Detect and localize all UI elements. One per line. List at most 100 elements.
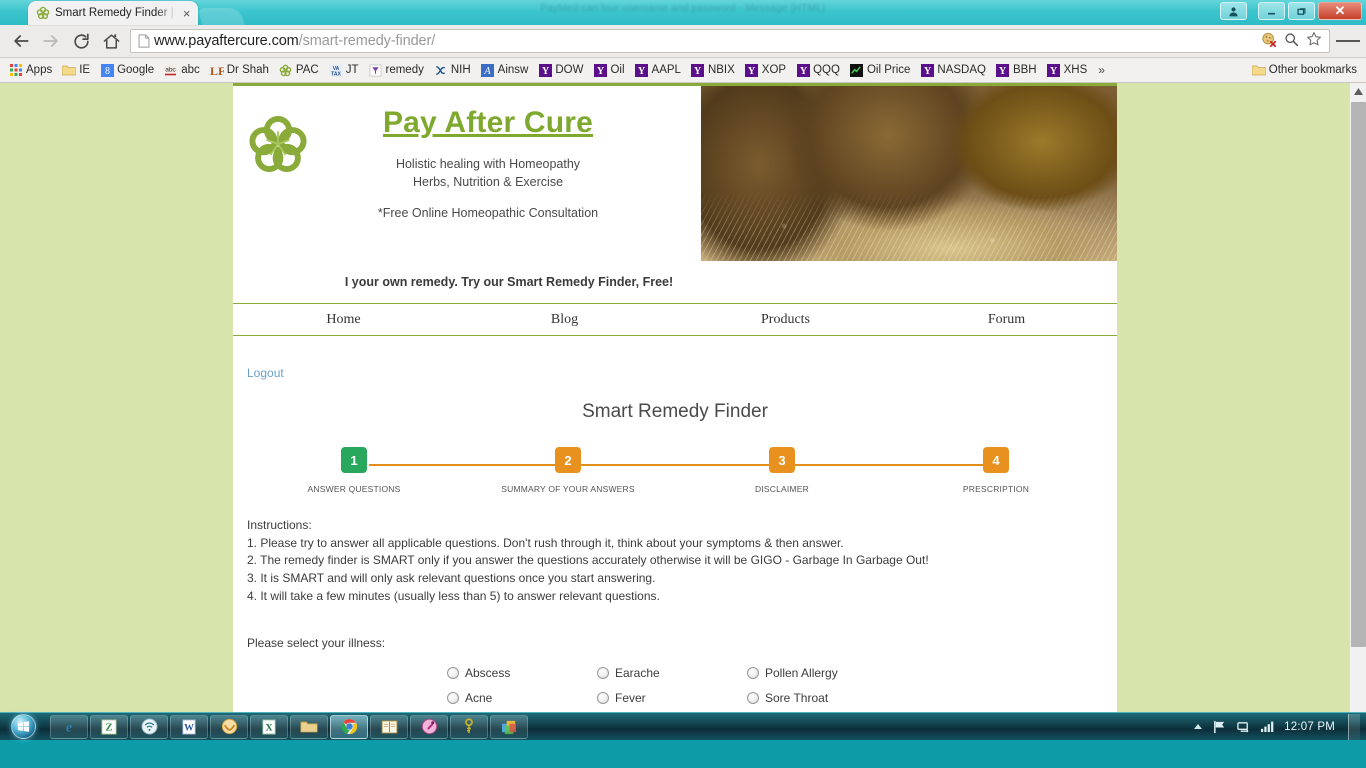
radio-button[interactable]	[597, 691, 609, 704]
network-icon[interactable]	[1236, 720, 1251, 734]
nav-item-forum[interactable]: Forum	[896, 312, 1117, 328]
minimize-button[interactable]	[1258, 2, 1285, 20]
taskbar-notepad-z[interactable]: Z	[90, 714, 128, 739]
step-1[interactable]: 1 ANSWER QUESTIONS	[247, 447, 461, 494]
step-4[interactable]: 4 PRESCRIPTION	[889, 447, 1103, 494]
svg-text:Y: Y	[748, 66, 756, 77]
svg-text:Y: Y	[799, 66, 807, 77]
scroll-up-arrow-icon[interactable]	[1350, 83, 1366, 100]
yahoo-icon: Y	[691, 63, 705, 77]
windows-orb-icon	[10, 714, 36, 739]
bookmark-jt[interactable]: VA TAX JT	[324, 61, 364, 79]
taskbar-internet-explorer[interactable]: e	[50, 714, 88, 739]
instructions-block: Instructions: 1. Please try to answer al…	[247, 517, 1103, 605]
svg-text:W: W	[184, 722, 194, 733]
illness-prompt: Please select your illness:	[247, 636, 386, 651]
bookmark-other-bookmarks[interactable]: Other bookmarks	[1247, 61, 1362, 79]
bookmark-remedy[interactable]: remedy	[364, 61, 429, 79]
bookmark-dow[interactable]: Y DOW	[533, 61, 588, 79]
bookmark-abc[interactable]: abc abc	[159, 61, 205, 79]
bookmark-ie[interactable]: IE	[57, 61, 95, 79]
vertical-scrollbar[interactable]	[1349, 83, 1366, 740]
option-pollen-allergy[interactable]: Pollen Allergy	[747, 660, 897, 685]
flag-action-center-icon[interactable]	[1212, 720, 1227, 734]
bookmark-aapl[interactable]: Y AAPL	[630, 61, 686, 79]
yahoo-icon: Y	[593, 63, 607, 77]
bookmark-star-icon[interactable]	[1306, 31, 1322, 51]
option-abscess[interactable]: Abscess	[447, 660, 597, 685]
bookmark-nih[interactable]: NIH	[429, 61, 476, 79]
cookie-blocked-icon[interactable]	[1261, 32, 1277, 51]
zoom-icon[interactable]	[1284, 32, 1299, 51]
bookmarks-overflow-chevron[interactable]: »	[1092, 61, 1111, 79]
radio-button[interactable]	[747, 666, 759, 679]
option-acne[interactable]: Acne	[447, 685, 597, 710]
radio-button[interactable]	[447, 691, 459, 704]
option-earache[interactable]: Earache	[597, 660, 747, 685]
option-label: Abscess	[465, 665, 511, 680]
svg-text:e: e	[66, 719, 72, 734]
reload-icon[interactable]	[66, 27, 96, 55]
taskbar-dictionary[interactable]	[370, 714, 408, 739]
bookmark-oil-price[interactable]: Oil Price	[845, 61, 915, 79]
bookmark-xop[interactable]: Y XOP	[740, 61, 791, 79]
nav-item-products[interactable]: Products	[675, 312, 896, 328]
address-bar-text: www.payaftercure.com/smart-remedy-finder…	[152, 33, 435, 49]
new-tab-button[interactable]	[197, 8, 245, 25]
taskbar-key-app[interactable]	[450, 714, 488, 739]
svg-text:Z: Z	[105, 722, 112, 733]
browser-tab[interactable]: Smart Remedy Finder | Pa ×	[28, 1, 198, 25]
logout-link[interactable]: Logout	[247, 366, 284, 380]
taskbar-clock[interactable]: 12:07 PM	[1284, 721, 1335, 733]
chrome-menu-icon[interactable]	[1336, 38, 1360, 45]
user-account-button[interactable]	[1220, 2, 1247, 20]
show-desktop-button[interactable]	[1348, 713, 1360, 740]
close-button[interactable]: ✕	[1318, 2, 1362, 20]
nav-item-home[interactable]: Home	[233, 312, 454, 328]
bookmark-apps[interactable]: Apps	[4, 61, 57, 79]
bookmark-oil[interactable]: Y Oil	[588, 61, 629, 79]
svg-text:8: 8	[105, 66, 110, 77]
taskbar-wifi-app[interactable]	[130, 714, 168, 739]
taskbar-photos[interactable]	[490, 714, 528, 739]
option-sore-throat[interactable]: Sore Throat	[747, 685, 897, 710]
address-bar[interactable]: www.payaftercure.com/smart-remedy-finder…	[130, 29, 1330, 53]
bookmark-label: XHS	[1063, 64, 1088, 76]
option-fever[interactable]: Fever	[597, 685, 747, 710]
bookmark-nbix[interactable]: Y NBIX	[686, 61, 740, 79]
taskbar-excel[interactable]: X	[250, 714, 288, 739]
tab-close-icon[interactable]: ×	[181, 6, 192, 21]
radio-button[interactable]	[747, 691, 759, 704]
restore-button[interactable]	[1288, 2, 1315, 20]
site-header-left: Pay After Cure Holistic healing with Hom…	[233, 86, 701, 260]
window-controls: ✕	[1220, 2, 1362, 20]
back-icon[interactable]	[6, 27, 36, 55]
bookmark-google[interactable]: 8 Google	[95, 61, 159, 79]
start-button[interactable]	[0, 713, 46, 741]
taskbar-word[interactable]: W	[170, 714, 208, 739]
nav-item-blog[interactable]: Blog	[454, 312, 675, 328]
bookmark-dr-shah[interactable]: LF Dr Shah	[205, 61, 274, 79]
bookmark-label: NIH	[450, 64, 471, 76]
scrollbar-track[interactable]	[1350, 100, 1366, 723]
bookmark-xhs[interactable]: Y XHS	[1042, 61, 1093, 79]
step-3[interactable]: 3 DISCLAIMER	[675, 447, 889, 494]
home-icon[interactable]	[96, 27, 126, 55]
letter-a-icon: A	[481, 63, 495, 77]
bookmark-nasdaq[interactable]: Y NASDAQ	[915, 61, 991, 79]
yahoo-icon: Y	[538, 63, 552, 77]
radio-button[interactable]	[447, 666, 459, 679]
bookmark-bbh[interactable]: Y BBH	[991, 61, 1042, 79]
scrollbar-thumb[interactable]	[1350, 102, 1366, 647]
show-hidden-icons-icon[interactable]	[1193, 723, 1203, 731]
step-2[interactable]: 2 SUMMARY OF YOUR ANSWERS	[461, 447, 675, 494]
bookmark-pac[interactable]: PAC	[274, 61, 324, 79]
taskbar-thunderbird-mail[interactable]	[210, 714, 248, 739]
bookmark-qqq[interactable]: Y QQQ	[791, 61, 845, 79]
taskbar-file-explorer[interactable]	[290, 714, 328, 739]
taskbar-chrome[interactable]	[330, 714, 368, 739]
signal-bars-icon[interactable]	[1260, 720, 1275, 733]
bookmark-ainsw[interactable]: A Ainsw	[476, 61, 534, 79]
radio-button[interactable]	[597, 666, 609, 679]
taskbar-paint[interactable]	[410, 714, 448, 739]
